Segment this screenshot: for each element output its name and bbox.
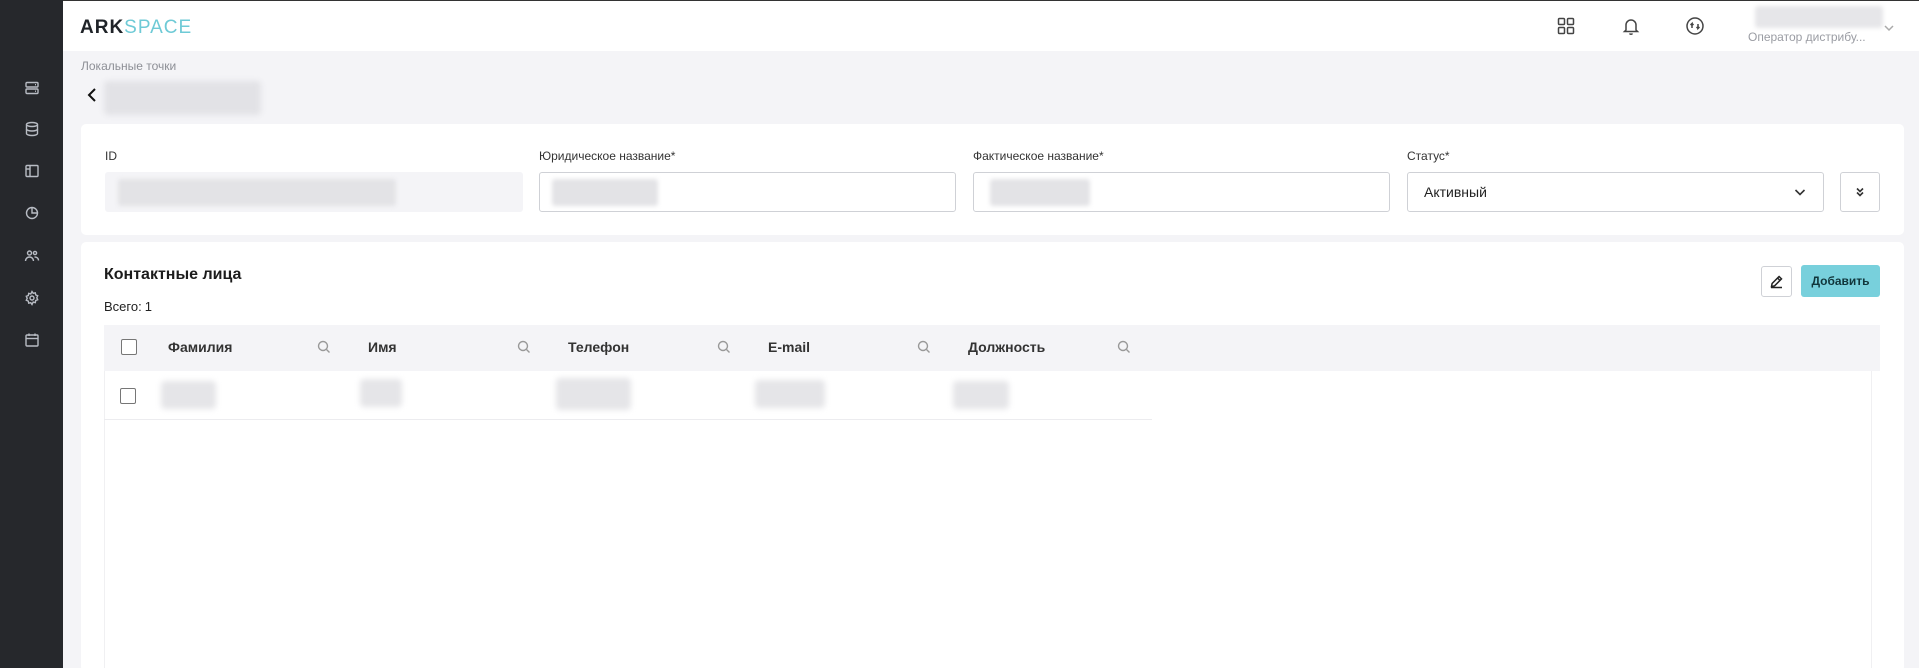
total-value: 1 [144,299,152,314]
cell-name-redacted [360,379,402,407]
apps-grid-icon[interactable] [1554,14,1578,38]
chevron-down-icon [1793,185,1807,199]
id-value-redacted [118,179,396,206]
status-label: Статус* [1407,149,1450,163]
calendar-icon[interactable] [21,329,42,350]
search-icon[interactable] [717,340,733,356]
total-label: Всего: [104,299,142,314]
actual-name-value-redacted [990,179,1090,206]
gear-icon[interactable] [21,287,42,308]
search-icon[interactable] [1117,340,1133,356]
actual-name-input[interactable] [973,172,1390,212]
status-select[interactable]: Активный [1407,172,1824,212]
row-divider [104,419,1152,420]
database-icon[interactable] [21,118,42,139]
layout-icon[interactable] [21,160,42,181]
id-field [105,172,523,212]
top-bar: ARK SPACE Оператор дистрибу... [63,0,1919,51]
sidebar [0,0,63,668]
column-header-email[interactable]: E-mail [768,339,810,355]
bell-icon[interactable] [1619,14,1643,38]
column-header-surname[interactable]: Фамилия [168,339,232,355]
cell-position-redacted [953,381,1009,409]
pie-chart-icon[interactable] [21,202,42,223]
row-checkbox[interactable] [120,388,136,404]
column-header-position[interactable]: Должность [968,339,1045,355]
logo-text-space: SPACE [124,17,193,38]
add-button[interactable]: Добавить [1801,265,1880,297]
user-name-redacted [1755,6,1883,28]
status-value: Активный [1424,184,1487,200]
double-chevron-down-icon [1856,187,1864,197]
expand-button[interactable] [1840,172,1880,212]
sync-icon[interactable] [1683,14,1707,38]
page-title-redacted [104,81,261,115]
server-icon[interactable] [21,77,42,98]
chevron-down-icon[interactable] [1883,21,1895,33]
search-icon[interactable] [317,340,333,356]
users-icon[interactable] [21,245,42,266]
pencil-icon [1770,275,1783,289]
breadcrumb[interactable]: Локальные точки [81,59,176,73]
logo-text-ark: ARK [80,17,125,38]
user-role: Оператор дистрибу... [1748,30,1866,44]
edit-button[interactable] [1761,266,1792,297]
column-header-name[interactable]: Имя [368,339,397,355]
actual-name-label: Фактическое название* [973,149,1104,163]
table-body [104,371,1872,668]
contacts-title: Контактные лица [104,266,242,283]
id-label: ID [105,149,117,163]
cell-surname-redacted [161,381,216,409]
logo[interactable]: ARK SPACE [80,17,192,39]
select-all-checkbox[interactable] [121,339,137,355]
cell-email-redacted [755,380,825,408]
search-icon[interactable] [917,340,933,356]
column-header-phone[interactable]: Телефон [568,339,629,355]
back-arrow-icon[interactable] [84,86,100,104]
search-icon[interactable] [517,340,533,356]
cell-phone-redacted [556,378,631,410]
legal-name-label: Юридическое название* [539,149,676,163]
legal-name-input[interactable] [539,172,956,212]
total-count: Всего: 1 [104,299,152,314]
legal-name-value-redacted [552,179,658,206]
